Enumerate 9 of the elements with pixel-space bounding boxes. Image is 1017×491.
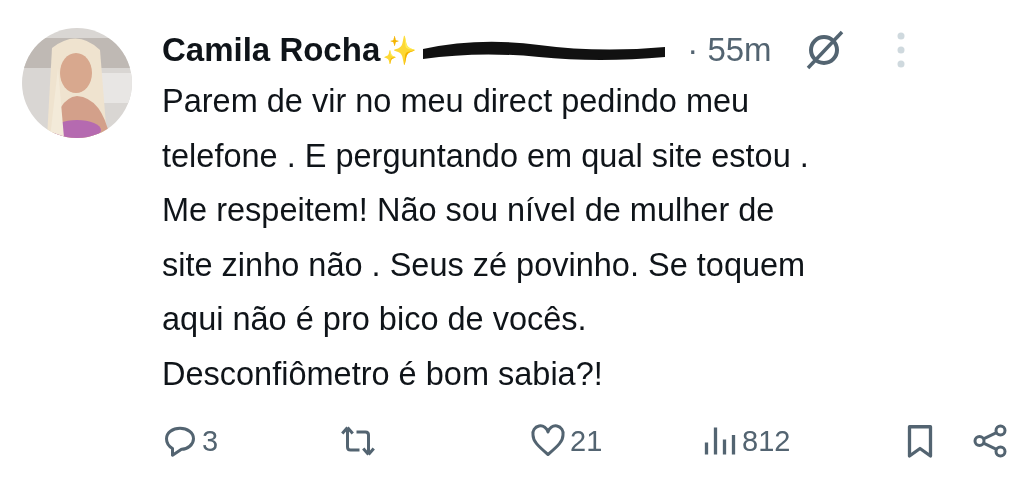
post-time: · 55m — [687, 31, 772, 69]
action-count: 3 — [202, 424, 219, 458]
action-count: 812 — [742, 424, 791, 458]
author-name[interactable]: Camila Rocha — [162, 31, 381, 69]
heart-icon[interactable] — [530, 423, 566, 459]
post-text: Parem de vir no meu direct pedindo meu telefone . E perguntando em qual site estou . Me respeitem! Não sou nível de mulher de site zinho não . Seus zé povinho. Se toquem aqui não é pro bico de vocês. Desconfiômetro é bom sabia?! — [162, 82, 810, 394]
action-count: 21 — [570, 424, 603, 458]
share-icon[interactable] — [972, 423, 1008, 459]
sparkles-emoji: ✨ — [382, 33, 418, 67]
